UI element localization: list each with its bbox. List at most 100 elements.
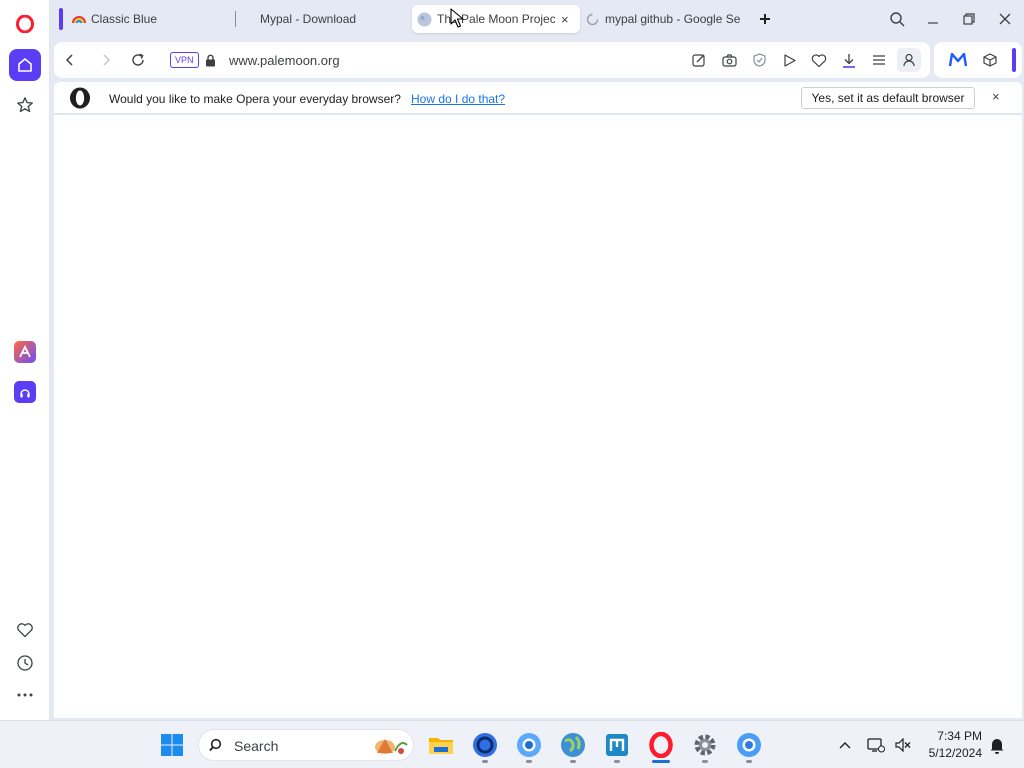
taskbar-search-label: Search	[234, 738, 279, 754]
app-running-indicator	[482, 760, 488, 763]
taskbar-app-2[interactable]	[515, 731, 543, 759]
notifications-button[interactable]	[983, 731, 1011, 759]
tab-search-button[interactable]	[886, 8, 908, 30]
sidebar	[0, 0, 50, 720]
opera-logo-icon	[649, 732, 673, 758]
edit-icon	[692, 54, 705, 67]
taskbar-settings[interactable]	[691, 731, 719, 759]
tab-mypal-download[interactable]: Mypal - Download	[260, 5, 410, 33]
restore-button[interactable]	[958, 8, 980, 30]
show-hidden-icons-button[interactable]	[831, 731, 859, 759]
restore-icon	[963, 13, 975, 25]
clock-date[interactable]: 5/12/2024	[922, 746, 982, 760]
globe-app-icon	[561, 733, 585, 757]
sidebar-aria-button[interactable]	[9, 336, 41, 368]
sidebar-player-button[interactable]	[9, 376, 41, 408]
back-arrow-icon	[65, 54, 73, 66]
sidebar-more-button[interactable]	[9, 679, 41, 711]
tab-pale-moon[interactable]: The Pale Moon Project ×	[412, 5, 580, 33]
user-icon	[903, 53, 915, 67]
heart-icon	[17, 623, 33, 638]
minimize-button[interactable]	[922, 8, 944, 30]
pale-moon-icon	[417, 12, 432, 26]
clock-time[interactable]: 7:34 PM	[934, 729, 982, 743]
app-running-indicator	[614, 760, 620, 763]
close-window-button[interactable]	[994, 8, 1016, 30]
tab-label: Classic Blue	[91, 12, 158, 26]
taskbar-search[interactable]: Search	[198, 729, 414, 761]
default-browser-bar: Would you like to make Opera your everyd…	[54, 82, 1022, 114]
gear-icon	[694, 734, 716, 756]
opera-logo-icon	[70, 87, 90, 109]
tab-separator	[235, 11, 236, 27]
back-button[interactable]	[60, 50, 80, 70]
malwarebytes-extension-button[interactable]	[948, 50, 968, 70]
malwarebytes-icon	[949, 53, 967, 67]
bookmark-button[interactable]	[809, 50, 829, 70]
reload-icon	[132, 53, 144, 66]
network-icon	[867, 738, 885, 753]
easy-setup-button[interactable]	[689, 50, 709, 70]
plus-icon	[760, 14, 770, 24]
browser-app-icon	[737, 733, 761, 757]
sidebar-bookmarks-button[interactable]	[9, 89, 41, 121]
close-icon	[999, 13, 1011, 25]
star-icon	[17, 97, 33, 113]
forward-button[interactable]	[96, 50, 116, 70]
url-field[interactable]: www.palemoon.org	[229, 53, 340, 68]
extensions-button[interactable]	[980, 50, 1000, 70]
new-tab-button[interactable]	[754, 8, 776, 30]
network-status-button[interactable]	[862, 731, 890, 759]
ad-blocker-button[interactable]	[749, 50, 769, 70]
start-button[interactable]	[158, 731, 186, 759]
sidebar-pinboards-button[interactable]	[9, 614, 41, 646]
home-icon	[18, 58, 32, 72]
app-running-indicator	[746, 760, 752, 763]
tab-bar: Classic Blue Mypal - Download The Pale M…	[50, 0, 1024, 38]
extensions-bar	[934, 42, 1022, 78]
easy-settings-button[interactable]	[869, 50, 889, 70]
send-icon	[783, 53, 796, 67]
browser-app-icon	[517, 733, 541, 757]
bell-icon	[990, 738, 1004, 754]
taskbar-app-1[interactable]	[471, 731, 499, 759]
close-notification-icon[interactable]: ×	[992, 89, 1000, 104]
loading-spinner-icon	[586, 13, 599, 25]
set-default-button[interactable]: Yes, set it as default browser	[801, 87, 975, 109]
mouse-cursor-icon	[450, 8, 464, 28]
taskbar-opera[interactable]	[647, 731, 675, 759]
sidebar-toggle-indicator	[1012, 48, 1016, 72]
how-to-link[interactable]: How do I do that?	[411, 92, 505, 106]
taskbar-app-4[interactable]	[603, 731, 631, 759]
snapshot-button[interactable]	[719, 50, 739, 70]
profile-button[interactable]	[897, 48, 921, 72]
opera-menu-button[interactable]	[9, 8, 41, 40]
folder-icon	[429, 738, 453, 754]
taskbar-app-3[interactable]	[559, 731, 587, 759]
taskbar-app-5[interactable]	[735, 731, 763, 759]
search-icon	[209, 738, 222, 752]
tab-island-indicator	[59, 8, 63, 30]
sidebar-history-button[interactable]	[9, 647, 41, 679]
lock-icon	[205, 54, 215, 66]
tab-mypal-github[interactable]: mypal github - Google Se	[586, 5, 742, 33]
chevron-up-icon	[839, 742, 851, 749]
tab-classic-blue[interactable]: Classic Blue	[72, 5, 232, 33]
downloads-button[interactable]	[839, 50, 859, 70]
taskbar: Search 7:34 PM 5/12/2024	[0, 720, 1024, 768]
send-button[interactable]	[779, 50, 799, 70]
heart-icon	[811, 53, 827, 67]
taskbar-file-explorer[interactable]	[427, 731, 455, 759]
sidebar-home-button[interactable]	[9, 49, 41, 81]
download-icon	[843, 53, 855, 68]
site-info-button[interactable]	[200, 50, 220, 70]
search-highlight-icon	[375, 739, 408, 754]
vpn-badge[interactable]: VPN	[170, 52, 199, 68]
close-tab-icon[interactable]: ×	[561, 12, 569, 27]
app-running-indicator	[702, 760, 708, 763]
volume-button[interactable]	[889, 731, 917, 759]
aria-icon	[14, 341, 36, 363]
browser-app-icon	[473, 733, 497, 757]
reload-button[interactable]	[128, 50, 148, 70]
app-active-indicator	[652, 760, 670, 763]
